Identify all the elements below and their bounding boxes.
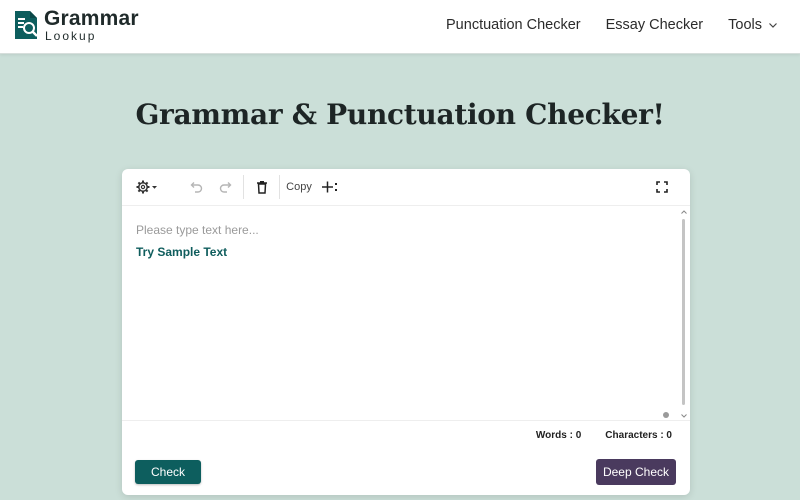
site-header: Grammar Lookup Punctuation Checker Essay… (0, 0, 800, 54)
toolbar-divider (243, 175, 244, 199)
scroll-up-icon[interactable] (680, 209, 688, 215)
stats-divider (122, 420, 690, 421)
resize-handle[interactable] (663, 412, 669, 418)
logo-sub: Lookup (45, 29, 97, 43)
scroll-down-icon[interactable] (680, 413, 688, 419)
nav-tools-label: Tools (728, 17, 762, 33)
editor-card: Copy Please type text here... Try Sample… (122, 169, 690, 495)
copy-button[interactable]: Copy (286, 177, 312, 197)
editor-scrollbar[interactable] (680, 207, 688, 421)
fullscreen-icon (656, 181, 668, 193)
redo-button[interactable] (216, 177, 236, 197)
redo-icon (219, 182, 232, 193)
check-button[interactable]: Check (135, 460, 201, 484)
undo-button[interactable] (186, 177, 206, 197)
clear-button[interactable] (253, 177, 271, 197)
deep-check-button[interactable]: Deep Check (596, 459, 676, 485)
logo[interactable]: Grammar Lookup (12, 8, 139, 42)
logo-name: Grammar (44, 7, 139, 30)
fullscreen-button[interactable] (652, 177, 672, 197)
text-editor[interactable]: Please type text here... Try Sample Text (122, 207, 682, 419)
character-count: Characters : 0 (605, 430, 672, 441)
nav-punctuation-checker[interactable]: Punctuation Checker (446, 17, 581, 33)
logo-icon (15, 11, 38, 39)
gear-icon (136, 180, 157, 194)
trash-icon (257, 181, 267, 194)
scroll-thumb[interactable] (682, 219, 685, 405)
word-count: Words : 0 (535, 430, 582, 441)
editor-placeholder: Please type text here... (136, 223, 259, 237)
page-title: Grammar & Punctuation Checker! (135, 98, 665, 131)
nav-tools[interactable]: Tools (728, 17, 778, 33)
toolbar-divider (279, 175, 280, 199)
text-stats: Words : 0 Characters : 0 (512, 430, 672, 441)
settings-button[interactable] (134, 177, 160, 197)
editor-toolbar: Copy (122, 169, 690, 206)
undo-icon (190, 182, 203, 193)
copy-label: Copy (286, 181, 312, 193)
chevron-down-icon (769, 23, 777, 28)
main-nav: Punctuation Checker Essay Checker Tools (421, 0, 778, 50)
add-column-icon (322, 181, 337, 193)
nav-essay-checker[interactable]: Essay Checker (606, 17, 704, 33)
try-sample-text-link[interactable]: Try Sample Text (136, 245, 227, 259)
insert-button[interactable] (320, 177, 340, 197)
